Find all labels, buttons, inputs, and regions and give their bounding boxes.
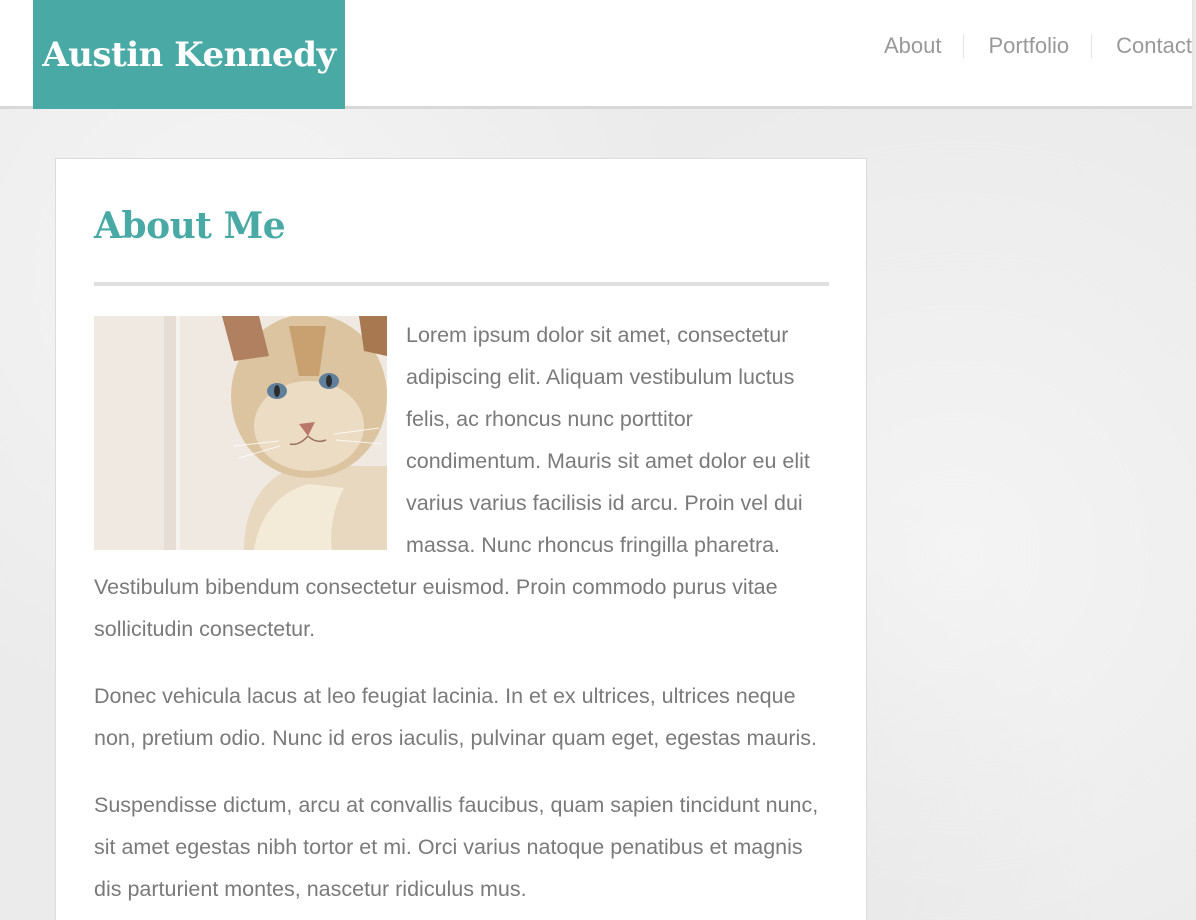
paragraph-2: Donec vehicula lacus at leo feugiat laci…: [94, 684, 818, 750]
nav-item-contact[interactable]: Contact: [1092, 33, 1192, 59]
nav-item-about[interactable]: About: [884, 33, 964, 59]
page-title: About Me: [94, 205, 286, 247]
main-nav: About Portfolio Contact: [884, 33, 1192, 59]
cat-photo: [94, 316, 387, 550]
nav-item-portfolio[interactable]: Portfolio: [964, 33, 1091, 59]
paragraph-3: Suspendisse dictum, arcu at convallis fa…: [94, 793, 819, 901]
about-card: About Me Lorem ipsum dolor sit amet, con…: [55, 158, 867, 920]
cat-illustration: [94, 316, 387, 550]
site-logo[interactable]: Austin Kennedy: [33, 0, 345, 109]
site-logo-text: Austin Kennedy: [42, 34, 336, 75]
header-edge: [1192, 0, 1194, 109]
site-header: Austin Kennedy About Portfolio Contact: [0, 0, 1194, 109]
about-content: Lorem ipsum dolor sit amet, consectetur …: [94, 314, 832, 920]
title-divider: [94, 282, 829, 286]
